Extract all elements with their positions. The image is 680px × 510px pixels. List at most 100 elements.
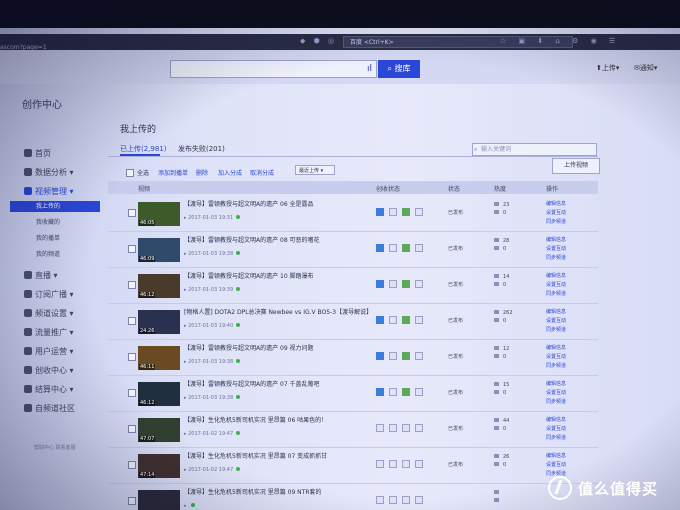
video-thumbnail[interactable]: 46:09 <box>138 238 180 262</box>
edit-info-link[interactable]: 编辑信息 <box>546 308 566 317</box>
revenue-status-icon[interactable] <box>389 316 397 324</box>
video-thumbnail[interactable]: 46:12 <box>138 274 180 298</box>
row-checkbox[interactable] <box>128 317 136 325</box>
row-checkbox[interactable] <box>128 281 136 289</box>
revenue-status-icon[interactable] <box>389 496 397 504</box>
browser-extension-icons[interactable]: ☆ ▣ ⬇ ⌂ ⚙ ◉ ☰ <box>500 37 620 45</box>
site-search-input[interactable]: ıl <box>170 60 377 78</box>
revenue-status-icon[interactable] <box>415 208 423 216</box>
revenue-status-icon[interactable] <box>415 496 423 504</box>
sync-channel-link[interactable]: 同步频道 <box>546 326 566 335</box>
revenue-status-icon[interactable] <box>415 316 423 324</box>
row-checkbox[interactable] <box>128 461 136 469</box>
sync-channel-link[interactable]: 同步频道 <box>546 218 566 227</box>
revenue-status-icon[interactable] <box>376 208 384 216</box>
video-thumbnail[interactable]: 46:12 <box>138 382 180 406</box>
video-title[interactable]: 【渡导】生化危机5新司机实况 里昂篇 06 咕果色的！ <box>184 417 394 425</box>
sync-channel-link[interactable]: 同步频道 <box>546 434 566 443</box>
revenue-status-icon[interactable] <box>402 460 410 468</box>
sidebar-sub-playlists[interactable]: 我的播单 <box>10 233 100 244</box>
tab-failed[interactable]: 发布失败(201) <box>178 144 225 154</box>
set-interaction-link[interactable]: 设置互动 <box>546 245 566 254</box>
row-checkbox[interactable] <box>128 245 136 253</box>
sidebar-sub-channels[interactable]: 我的频道 <box>10 249 100 260</box>
sync-channel-link[interactable]: 同步频道 <box>546 398 566 407</box>
table-row[interactable]: 46:09 【渡导】雷顿教授与超文明A的遗产 08 可恶的嗜花 ▸ 2017-0… <box>108 231 598 268</box>
edit-info-link[interactable]: 编辑信息 <box>546 380 566 389</box>
sidebar-item-user-ops[interactable]: 用户运营 ▾ <box>24 346 74 357</box>
select-all-checkbox[interactable] <box>126 169 134 177</box>
video-thumbnail[interactable]: 47:07 <box>138 418 180 442</box>
revenue-status-icon[interactable] <box>376 316 384 324</box>
cancel-category-link[interactable]: 取消分成 <box>250 168 274 177</box>
revenue-status-icon[interactable] <box>415 280 423 288</box>
video-thumbnail[interactable] <box>138 490 180 510</box>
sidebar-sub-favorites[interactable]: 我收藏的 <box>10 217 100 228</box>
sidebar-item-settlement[interactable]: 结算中心 ▾ <box>24 384 74 395</box>
revenue-status-icon[interactable] <box>376 280 384 288</box>
table-row[interactable]: 46:12 【渡导】雷顿教授与超文明A的遗产 07 千盖乱葡吧 ▸ 2017-0… <box>108 375 598 412</box>
video-title[interactable]: 【渡导】生化危机5新司机实况 里昂篇 09 NTR套的 <box>184 489 394 497</box>
revenue-status-icon[interactable] <box>389 244 397 252</box>
video-title[interactable]: 【渡导】雷顿教授与超文明A的遗产 06 全是露品 <box>184 201 394 209</box>
sidebar-item-community[interactable]: 自频道社区 <box>24 403 75 414</box>
revenue-status-icon[interactable] <box>389 352 397 360</box>
revenue-status-icon[interactable] <box>376 352 384 360</box>
revenue-status-icon[interactable] <box>415 460 423 468</box>
revenue-status-icon[interactable] <box>402 352 410 360</box>
sidebar-sub-my-uploads[interactable]: 我上传的 <box>10 201 100 212</box>
upload-video-button[interactable]: 上传视频 <box>552 158 600 174</box>
revenue-status-icon[interactable] <box>402 316 410 324</box>
row-checkbox[interactable] <box>128 389 136 397</box>
edit-info-link[interactable]: 编辑信息 <box>546 452 566 461</box>
browser-icons[interactable]: ◆ ⬢ ◎ <box>300 37 337 45</box>
video-thumbnail[interactable]: 24:26 <box>138 310 180 334</box>
add-to-playlist-link[interactable]: 添加到播单 <box>158 168 188 177</box>
edit-info-link[interactable]: 编辑信息 <box>546 236 566 245</box>
video-title[interactable]: 【渡导】雷顿教授与超文明A的遗产 10 脚踏瀑布 <box>184 273 394 281</box>
revenue-status-icon[interactable] <box>402 424 410 432</box>
table-row[interactable]: 【渡导】生化危机5新司机实况 里昂篇 09 NTR套的 ▸ <box>108 483 598 510</box>
sync-channel-link[interactable]: 同步频道 <box>546 290 566 299</box>
revenue-status-icon[interactable] <box>389 280 397 288</box>
table-row[interactable]: 47:14 【渡导】生化危机5新司机实况 里昂篇 07 变成抓抓甘 ▸ 2017… <box>108 447 598 484</box>
revenue-status-icon[interactable] <box>415 388 423 396</box>
revenue-status-icon[interactable] <box>415 352 423 360</box>
set-interaction-link[interactable]: 设置互动 <box>546 317 566 326</box>
set-interaction-link[interactable]: 设置互动 <box>546 461 566 470</box>
table-row[interactable]: 46:12 【渡导】雷顿教授与超文明A的遗产 10 脚踏瀑布 ▸ 2017-01… <box>108 267 598 304</box>
video-thumbnail[interactable]: 46:05 <box>138 202 180 226</box>
edit-info-link[interactable]: 编辑信息 <box>546 200 566 209</box>
sort-select[interactable]: 最近上传 ▾ <box>295 165 335 175</box>
table-row[interactable]: 47:07 【渡导】生化危机5新司机实况 里昂篇 06 咕果色的！ ▸ 2017… <box>108 411 598 448</box>
video-title[interactable]: [物格人置] DOTA2 DPL总决赛 Newbee vs IG.V BO5-3… <box>184 309 394 317</box>
add-category-link[interactable]: 加入分成 <box>218 168 242 177</box>
revenue-status-icon[interactable] <box>402 208 410 216</box>
revenue-status-icon[interactable] <box>376 424 384 432</box>
table-row[interactable]: 46:05 【渡导】雷顿教授与超文明A的遗产 06 全是露品 ▸ 2017-01… <box>108 195 598 232</box>
table-row[interactable]: 46:11 【渡导】雷顿教授与超文明A的遗产 09 视力问题 ▸ 2017-01… <box>108 339 598 376</box>
revenue-status-icon[interactable] <box>415 244 423 252</box>
edit-info-link[interactable]: 编辑信息 <box>546 272 566 281</box>
sync-channel-link[interactable]: 同步频道 <box>546 254 566 263</box>
sidebar-footer[interactable]: 帮助中心 联系客服 <box>34 444 76 451</box>
revenue-status-icon[interactable] <box>415 424 423 432</box>
sidebar-item-revenue[interactable]: 创收中心 ▾ <box>24 365 74 376</box>
revenue-status-icon[interactable] <box>376 244 384 252</box>
video-thumbnail[interactable]: 46:11 <box>138 346 180 370</box>
sync-channel-link[interactable]: 同步频道 <box>546 362 566 371</box>
edit-info-link[interactable]: 编辑信息 <box>546 416 566 425</box>
revenue-status-icon[interactable] <box>402 280 410 288</box>
video-title[interactable]: 【渡导】雷顿教授与超文明A的遗产 09 视力问题 <box>184 345 394 353</box>
video-title[interactable]: 【渡导】生化危机5新司机实况 里昂篇 07 变成抓抓甘 <box>184 453 394 461</box>
header-upload-link[interactable]: ⬆上传▾ <box>596 63 619 73</box>
set-interaction-link[interactable]: 设置互动 <box>546 425 566 434</box>
table-row[interactable]: 24:26 [物格人置] DOTA2 DPL总决赛 Newbee vs IG.V… <box>108 303 598 340</box>
revenue-status-icon[interactable] <box>402 496 410 504</box>
set-interaction-link[interactable]: 设置互动 <box>546 209 566 218</box>
revenue-status-icon[interactable] <box>389 424 397 432</box>
revenue-status-icon[interactable] <box>376 460 384 468</box>
sidebar-item-live[interactable]: 直播 ▾ <box>24 270 58 281</box>
row-checkbox[interactable] <box>128 425 136 433</box>
site-search-button[interactable]: ⌕ 搜库 <box>378 60 420 78</box>
